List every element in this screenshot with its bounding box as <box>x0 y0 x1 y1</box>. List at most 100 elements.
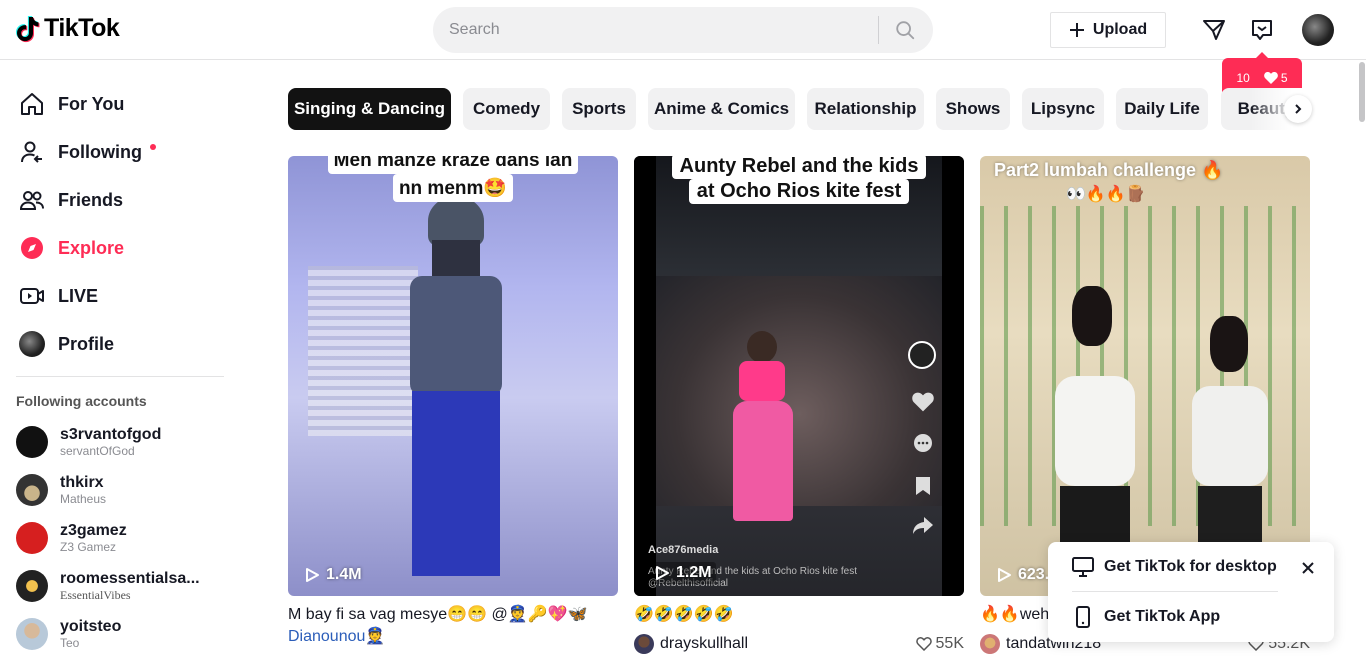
nav-following[interactable]: Following <box>8 128 228 176</box>
friends-icon <box>18 186 46 214</box>
upload-label: Upload <box>1092 21 1148 38</box>
author-name[interactable]: drayskullhall <box>660 635 748 653</box>
likes-notification: 5 <box>1263 71 1288 85</box>
tiktok-logo[interactable]: TikTok <box>16 14 120 43</box>
nav-label: For You <box>58 93 125 114</box>
video-caption[interactable]: 🤣🤣🤣🤣🤣 <box>634 604 964 626</box>
category-relationship[interactable]: Relationship <box>807 88 924 130</box>
close-icon <box>1302 562 1314 574</box>
video-card[interactable]: Aunty Rebel and the kids at Ocho Rios ki… <box>634 156 964 654</box>
nav-live[interactable]: LIVE <box>8 272 228 320</box>
views-value: 623. <box>1018 566 1050 583</box>
nav-profile[interactable]: Profile <box>8 320 228 368</box>
following-icon <box>18 138 46 166</box>
category-tabs: Singing & Dancing Comedy Sports Anime & … <box>288 88 1318 130</box>
followers-count: 10 <box>1236 71 1250 85</box>
overlay-line-1: Men manze kraze dans lan <box>327 156 579 174</box>
tiktok-logo-icon <box>16 15 40 42</box>
messages-button[interactable] <box>1248 15 1276 45</box>
view-count: 623. <box>996 566 1049 584</box>
get-app-link[interactable]: Get TikTok App <box>1072 602 1220 632</box>
heart-outline-icon <box>915 637 932 651</box>
search-input[interactable] <box>433 21 878 39</box>
category-singing-dancing[interactable]: Singing & Dancing <box>288 88 451 130</box>
close-button[interactable] <box>1298 558 1318 578</box>
category-lipsync[interactable]: Lipsync <box>1022 88 1104 130</box>
account-avatar <box>16 618 48 650</box>
account-nickname: EssentialVibes <box>60 588 131 602</box>
nav-label: LIVE <box>58 285 99 306</box>
video-watermark: Ace876media <box>648 544 719 556</box>
nav-for-you[interactable]: For You <box>8 80 228 128</box>
search-icon <box>896 21 915 40</box>
video-meta: drayskullhall 55K <box>634 634 964 654</box>
category-comedy[interactable]: Comedy <box>463 88 550 130</box>
following-account[interactable]: z3gamez Z3 Gamez <box>16 514 236 562</box>
likes-value: 55K <box>935 635 964 652</box>
creator-avatar-overlay <box>908 341 936 369</box>
category-anime-comics[interactable]: Anime & Comics <box>648 88 795 130</box>
account-name: z3gamez <box>60 522 127 539</box>
crowd-shape <box>656 276 942 506</box>
video-caption[interactable]: M bay fi sa vag mesye😁😁 @👮🔑💖🦋 Dianounou👮 <box>288 604 618 646</box>
video-thumbnail[interactable]: Men manze kraze dans lan nn menm🤩 1.4M <box>288 156 618 596</box>
category-shows[interactable]: Shows <box>936 88 1010 130</box>
get-app-label: Get TikTok App <box>1104 608 1221 625</box>
home-icon <box>18 90 46 118</box>
bunk-bed-shape <box>308 266 418 436</box>
caption-text: M bay fi sa vag mesye😁😁 @👮🔑💖🦋 <box>288 606 588 623</box>
following-account[interactable]: s3rvantofgod servantOfGod <box>16 418 236 466</box>
overlay-line-2: 👀🔥🔥🪵 <box>1066 186 1146 203</box>
get-app-popup: Get TikTok for desktop Get TikTok App <box>1048 542 1334 642</box>
video-thumbnail[interactable]: Aunty Rebel and the kids at Ocho Rios ki… <box>634 156 964 596</box>
account-avatar <box>16 474 48 506</box>
video-overlay-text: Men manze kraze dans lan nn menm🤩 <box>288 156 618 202</box>
sidebar: For You Following Friends Explore LIVE P… <box>0 61 240 654</box>
scrollbar-thumb[interactable] <box>1359 62 1365 122</box>
person-shape <box>406 196 506 576</box>
caption-mention[interactable]: Dianounou👮 <box>288 628 385 645</box>
inbox-send-button[interactable] <box>1200 15 1228 45</box>
play-icon <box>306 568 319 582</box>
search-button[interactable] <box>879 7 931 53</box>
video-card[interactable]: Men manze kraze dans lan nn menm🤩 1.4M M… <box>288 156 618 646</box>
popup-divider <box>1072 591 1278 592</box>
account-avatar <box>16 522 48 554</box>
category-next-button[interactable] <box>1284 95 1312 123</box>
live-icon <box>18 282 46 310</box>
user-avatar[interactable] <box>1302 14 1334 46</box>
following-account[interactable]: roomessentialsa... EssentialVibes <box>16 562 236 610</box>
play-icon <box>656 566 669 580</box>
overlay-line-1: Aunty Rebel and the kids <box>671 156 927 179</box>
category-daily-life[interactable]: Daily Life <box>1116 88 1208 130</box>
profile-avatar <box>18 330 46 358</box>
explore-icon <box>18 234 46 262</box>
following-account[interactable]: yoitsteo Teo <box>16 610 236 658</box>
account-avatar <box>16 426 48 458</box>
plus-icon <box>1069 23 1084 37</box>
account-name: yoitsteo <box>60 618 122 635</box>
get-desktop-link[interactable]: Get TikTok for desktop <box>1072 552 1277 582</box>
overlay-line-1: Part2 lumbah challenge 🔥 <box>994 160 1224 180</box>
top-header: TikTok Upload <box>0 0 1366 60</box>
video-thumbnail[interactable]: Part2 lumbah challenge 🔥 👀🔥🔥🪵 623. <box>980 156 1310 596</box>
nav-friends[interactable]: Friends <box>8 176 228 224</box>
category-sports[interactable]: Sports <box>562 88 636 130</box>
dancer-shape <box>729 331 799 521</box>
account-nickname: Z3 Gamez <box>60 540 117 554</box>
sidebar-divider <box>16 376 224 377</box>
author-avatar[interactable] <box>980 634 1000 654</box>
overlay-line-2: nn menm🤩 <box>392 174 514 202</box>
upload-button[interactable]: Upload <box>1050 12 1166 48</box>
nav-explore[interactable]: Explore <box>8 224 228 272</box>
views-value: 1.2M <box>676 564 712 581</box>
account-name: s3rvantofgod <box>60 426 162 443</box>
heart-icon <box>1263 72 1278 84</box>
video-overlay-text: Aunty Rebel and the kids at Ocho Rios ki… <box>634 156 964 204</box>
author-avatar[interactable] <box>634 634 654 654</box>
comment-icon <box>914 434 932 452</box>
following-account[interactable]: thkirx Matheus <box>16 466 236 514</box>
scrollbar-track[interactable] <box>1356 60 1366 654</box>
account-avatar <box>16 570 48 602</box>
paper-plane-icon <box>1203 20 1225 40</box>
